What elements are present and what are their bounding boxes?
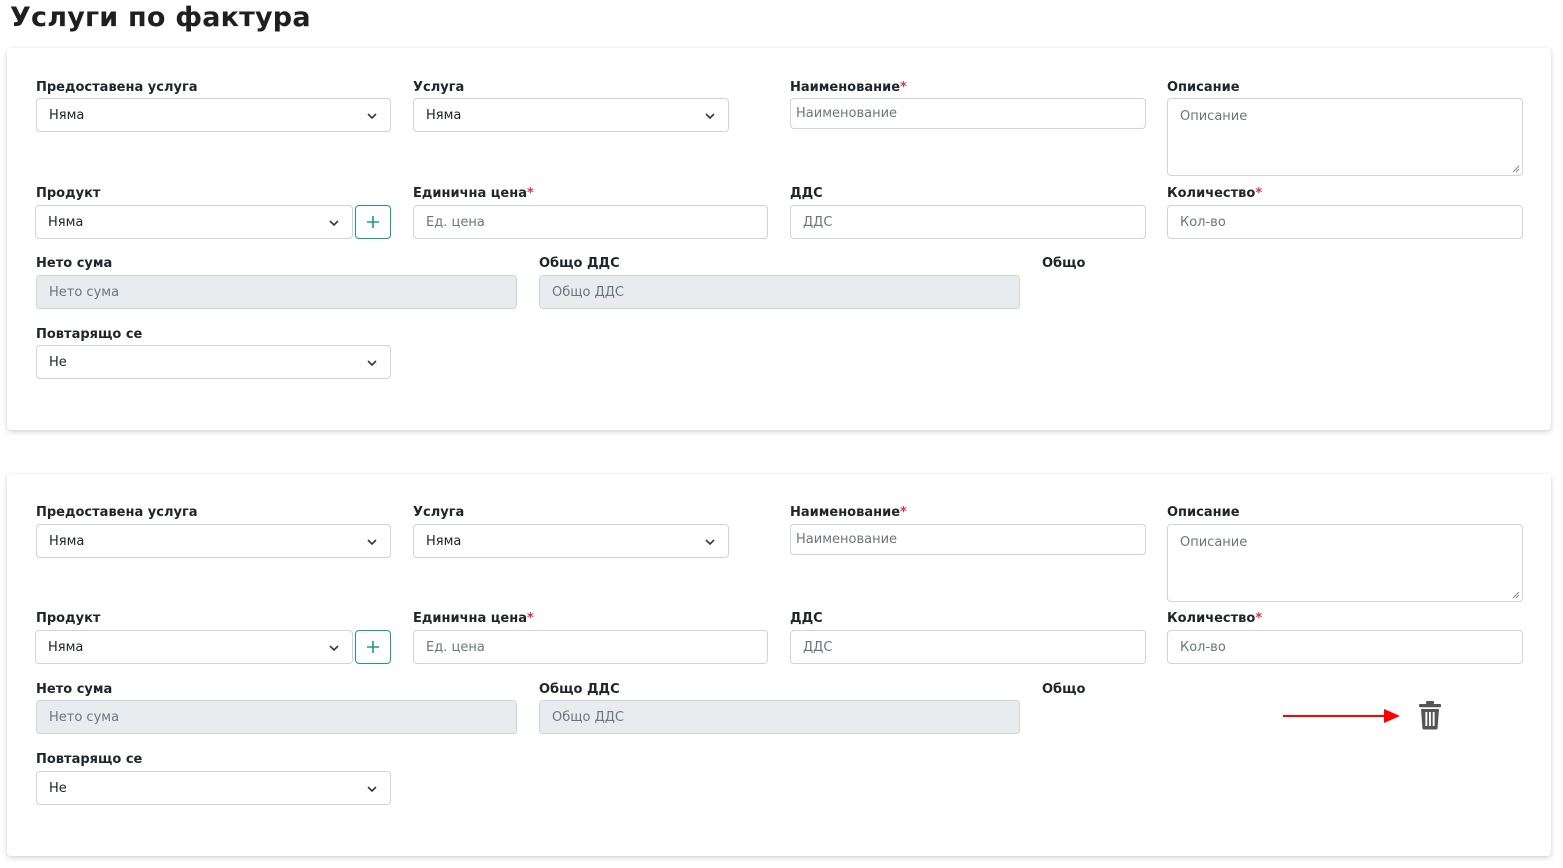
net-amount-input: Нето сума [36, 275, 517, 309]
net-amount-placeholder: Нето сума [49, 709, 120, 725]
recurring-label: Повтарящо се [36, 327, 143, 342]
chevron-down-icon [367, 360, 377, 367]
description-label: Описание [1167, 505, 1240, 520]
provided-service-label: Предоставена услуга [36, 80, 198, 95]
required-asterisk: * [1255, 611, 1263, 626]
unit-price-input[interactable]: Ед. цена [413, 205, 768, 239]
vat-placeholder: ДДС [803, 639, 833, 655]
vat-label: ДДС [790, 611, 823, 626]
net-amount-label: Нето сума [36, 682, 113, 697]
resize-handle-icon[interactable] [1512, 591, 1520, 599]
quantity-placeholder: Кол-во [1180, 214, 1226, 230]
name-input[interactable]: Наименование [790, 98, 1146, 129]
chevron-down-icon [705, 113, 715, 120]
chevron-down-icon [705, 539, 715, 546]
trash-icon[interactable] [1417, 700, 1443, 730]
service-label: Услуга [413, 80, 465, 95]
total-vat-label: Общо ДДС [539, 682, 620, 697]
chevron-down-icon [367, 786, 377, 793]
service-value: Няма [426, 107, 462, 123]
unit-price-placeholder: Ед. цена [426, 214, 485, 230]
product-label: Продукт [36, 611, 101, 626]
total-vat-placeholder: Общо ДДС [552, 284, 624, 300]
total-label: Общо [1042, 682, 1086, 697]
recurring-select[interactable]: Не [36, 771, 391, 805]
service-select[interactable]: Няма [413, 98, 729, 132]
unit-price-label: Единична цена* [413, 611, 534, 626]
unit-price-input[interactable]: Ед. цена [413, 630, 768, 664]
description-textarea[interactable]: Описание [1167, 98, 1523, 176]
add-product-button[interactable] [355, 630, 391, 664]
quantity-label: Количество* [1167, 186, 1263, 201]
product-select[interactable]: Няма [35, 630, 353, 664]
vat-input[interactable]: ДДС [790, 630, 1146, 664]
red-arrow-icon [1283, 709, 1400, 723]
total-vat-input: Общо ДДС [539, 700, 1020, 734]
name-label: Наименование* [790, 80, 907, 95]
chevron-down-icon [367, 113, 377, 120]
chevron-down-icon [367, 539, 377, 546]
name-placeholder: Наименование [796, 532, 898, 547]
provided-service-value: Няма [49, 107, 85, 123]
provided-service-select[interactable]: Няма [36, 98, 391, 132]
product-label: Продукт [36, 186, 101, 201]
net-amount-placeholder: Нето сума [49, 284, 120, 300]
vat-label: ДДС [790, 186, 823, 201]
required-asterisk: * [1255, 186, 1263, 201]
description-placeholder: Описание [1180, 109, 1248, 124]
recurring-value: Не [49, 780, 67, 796]
required-asterisk: * [900, 80, 907, 95]
service-item-card-1: Предоставена услуга Няма Услуга Няма Наи… [7, 48, 1551, 430]
recurring-label: Повтарящо се [36, 752, 143, 767]
service-value: Няма [426, 533, 462, 549]
quantity-input[interactable]: Кол-во [1167, 630, 1523, 664]
chevron-down-icon [329, 220, 339, 227]
product-value: Няма [48, 639, 84, 655]
plus-icon [367, 641, 379, 653]
total-label: Общо [1042, 256, 1086, 271]
unit-price-placeholder: Ед. цена [426, 639, 485, 655]
required-asterisk: * [527, 611, 534, 626]
service-label: Услуга [413, 505, 465, 520]
product-select[interactable]: Няма [35, 205, 353, 239]
name-input[interactable]: Наименование [790, 524, 1146, 555]
description-placeholder: Описание [1180, 535, 1248, 550]
plus-icon [367, 216, 379, 228]
page-title: Услуги по фактура [10, 2, 311, 33]
resize-handle-icon[interactable] [1512, 165, 1520, 173]
add-product-button[interactable] [355, 205, 391, 239]
quantity-label: Количество* [1167, 611, 1263, 626]
total-vat-label: Общо ДДС [539, 256, 620, 271]
provided-service-label: Предоставена услуга [36, 505, 198, 520]
chevron-down-icon [329, 645, 339, 652]
required-asterisk: * [900, 505, 907, 520]
provided-service-value: Няма [49, 533, 85, 549]
recurring-select[interactable]: Не [36, 345, 391, 379]
net-amount-input: Нето сума [36, 700, 517, 734]
total-vat-placeholder: Общо ДДС [552, 709, 624, 725]
product-value: Няма [48, 214, 84, 230]
name-placeholder: Наименование [796, 106, 898, 121]
quantity-placeholder: Кол-во [1180, 639, 1226, 655]
name-label: Наименование* [790, 505, 907, 520]
service-item-card-2: Предоставена услуга Няма Услуга Няма Наи… [7, 474, 1551, 856]
description-label: Описание [1167, 80, 1240, 95]
net-amount-label: Нето сума [36, 256, 113, 271]
unit-price-label: Единична цена* [413, 186, 534, 201]
quantity-input[interactable]: Кол-во [1167, 205, 1523, 239]
provided-service-select[interactable]: Няма [36, 524, 391, 558]
description-textarea[interactable]: Описание [1167, 524, 1523, 602]
total-vat-input: Общо ДДС [539, 275, 1020, 309]
service-select[interactable]: Няма [413, 524, 729, 558]
recurring-value: Не [49, 354, 67, 370]
vat-placeholder: ДДС [803, 214, 833, 230]
vat-input[interactable]: ДДС [790, 205, 1146, 239]
required-asterisk: * [527, 186, 534, 201]
